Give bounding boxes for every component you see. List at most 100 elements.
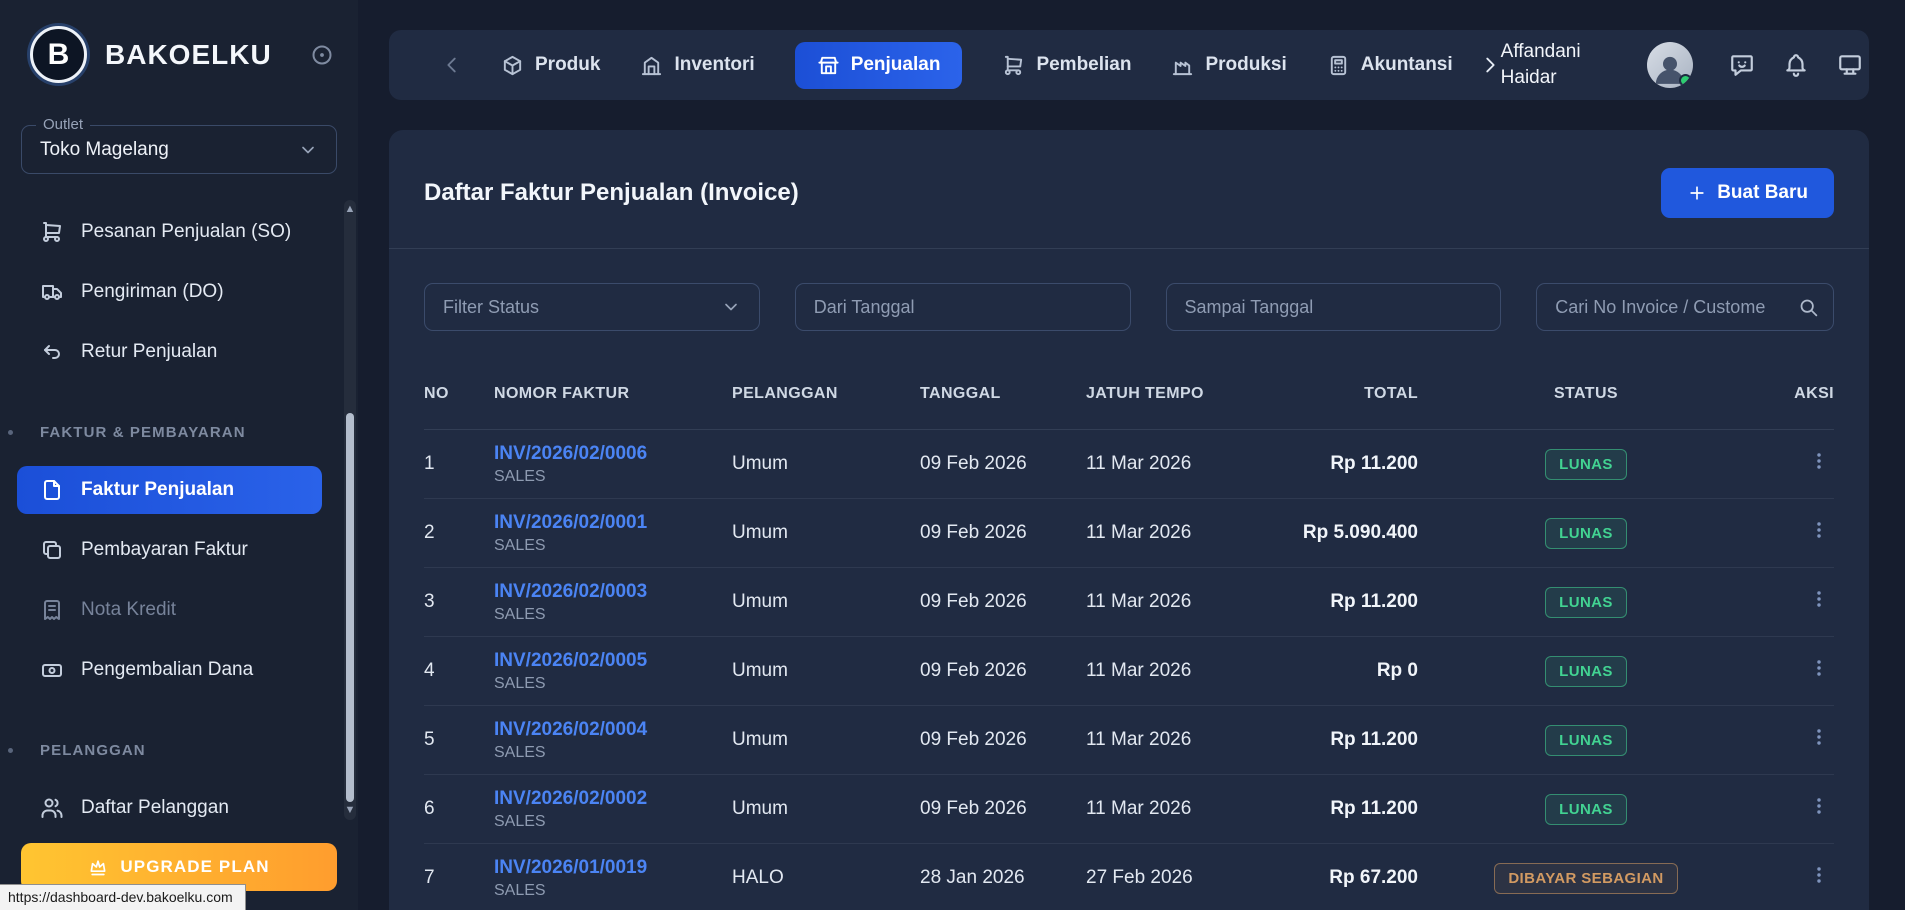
tab-label: Penjualan xyxy=(851,54,941,76)
top-navbar: Produk Inventori Penjualan Pembelian Pro… xyxy=(389,30,1869,100)
search-icon[interactable] xyxy=(1798,297,1819,318)
tab-penjualan[interactable]: Penjualan xyxy=(795,42,963,89)
status-cell: DIBAYAR SEBAGIAN xyxy=(1418,863,1754,894)
display-monitor-icon[interactable] xyxy=(1837,52,1863,78)
status-cell: LUNAS xyxy=(1418,794,1754,825)
row-actions-menu-icon[interactable] xyxy=(1808,588,1834,610)
total-cell: Rp 67.200 xyxy=(1272,867,1418,889)
invoice-cell: INV/2026/02/0003 SALES xyxy=(494,581,732,624)
invoice-link[interactable]: INV/2026/02/0002 xyxy=(494,788,732,810)
package-icon xyxy=(501,54,524,77)
invoice-cell: INV/2026/02/0004 SALES xyxy=(494,719,732,762)
status-badge: LUNAS xyxy=(1545,587,1627,618)
customer-cell: Umum xyxy=(732,660,920,682)
row-actions-menu-icon[interactable] xyxy=(1808,450,1834,472)
invoice-cell: INV/2026/02/0001 SALES xyxy=(494,512,732,555)
invoice-link[interactable]: INV/2026/01/0019 xyxy=(494,857,732,879)
total-cell: Rp 5.090.400 xyxy=(1272,522,1418,544)
actions-cell xyxy=(1754,588,1834,616)
user-name: Affandani Haidar xyxy=(1501,39,1613,90)
chevron-down-icon xyxy=(721,297,741,317)
column-header-nomor-faktur: NOMOR FAKTUR xyxy=(494,385,732,403)
user-avatar[interactable] xyxy=(1647,42,1693,88)
messages-icon[interactable] xyxy=(1729,52,1755,78)
total-cell: Rp 0 xyxy=(1272,660,1418,682)
actions-cell xyxy=(1754,864,1834,892)
customer-cell: Umum xyxy=(732,522,920,544)
scroll-up-arrow-icon[interactable]: ▲ xyxy=(344,204,356,215)
sampai-tanggal-input[interactable] xyxy=(1166,283,1502,331)
outlet-value: Toko Magelang xyxy=(40,139,169,161)
column-header-pelanggan: PELANGGAN xyxy=(732,385,920,403)
invoice-panel: Daftar Faktur Penjualan (Invoice) Buat B… xyxy=(389,130,1869,910)
row-actions-menu-icon[interactable] xyxy=(1808,657,1834,679)
sidebar-scrollbar-thumb[interactable] xyxy=(346,413,354,802)
sidebar-scrollbar[interactable]: ▲ ▼ xyxy=(344,200,356,820)
due-date-cell: 11 Mar 2026 xyxy=(1086,729,1272,751)
invoice-link[interactable]: INV/2026/02/0003 xyxy=(494,581,732,603)
tab-akuntansi[interactable]: Akuntansi xyxy=(1327,54,1453,77)
sidebar-item-nota-kredit[interactable]: Nota Kredit xyxy=(17,586,322,634)
sidebar-item-daftar-pelanggan[interactable]: Daftar Pelanggan xyxy=(17,784,322,832)
row-number: 6 xyxy=(424,798,494,820)
notifications-bell-icon[interactable] xyxy=(1783,52,1809,78)
row-number: 7 xyxy=(424,867,494,889)
search-invoice-input[interactable] xyxy=(1536,283,1834,331)
row-actions-menu-icon[interactable] xyxy=(1808,726,1834,748)
tab-produk[interactable]: Produk xyxy=(501,54,600,77)
due-date-cell: 11 Mar 2026 xyxy=(1086,660,1272,682)
scroll-down-arrow-icon[interactable]: ▼ xyxy=(344,805,356,816)
filter-status-select[interactable]: Filter Status xyxy=(424,283,760,331)
sidebar-item-label: Retur Penjualan xyxy=(81,341,217,363)
due-date-cell: 11 Mar 2026 xyxy=(1086,798,1272,820)
nav-scroll-right-icon[interactable] xyxy=(1479,54,1501,76)
invoice-doc-type: SALES xyxy=(494,744,732,762)
dari-tanggal-input[interactable] xyxy=(795,283,1131,331)
tab-produksi[interactable]: Produksi xyxy=(1171,54,1286,77)
invoice-link[interactable]: INV/2026/02/0005 xyxy=(494,650,732,672)
online-status-dot xyxy=(1679,74,1692,87)
row-actions-menu-icon[interactable] xyxy=(1808,519,1834,541)
status-badge: LUNAS xyxy=(1545,725,1627,756)
status-badge: LUNAS xyxy=(1545,449,1627,480)
date-cell: 09 Feb 2026 xyxy=(920,453,1086,475)
sidebar-item-pesanan-penjualan[interactable]: Pesanan Penjualan (SO) xyxy=(17,208,322,256)
outlet-selector[interactable]: Outlet Toko Magelang xyxy=(21,125,337,174)
sidebar-item-faktur-penjualan[interactable]: Faktur Penjualan xyxy=(17,466,322,514)
buat-baru-button[interactable]: Buat Baru xyxy=(1661,168,1834,218)
tab-pembelian[interactable]: Pembelian xyxy=(1002,54,1131,77)
sidebar-item-retur-penjualan[interactable]: Retur Penjualan xyxy=(17,328,322,376)
invoice-link[interactable]: INV/2026/02/0006 xyxy=(494,443,732,465)
table-row: 5 INV/2026/02/0004 SALES Umum 09 Feb 202… xyxy=(424,706,1834,775)
invoice-doc-type: SALES xyxy=(494,537,732,555)
column-header-total: TOTAL xyxy=(1272,385,1418,403)
invoice-doc-type: SALES xyxy=(494,675,732,693)
sidebar-item-pengiriman[interactable]: Pengiriman (DO) xyxy=(17,268,322,316)
sidebar-item-pengembalian-dana[interactable]: Pengembalian Dana xyxy=(17,646,322,694)
chevron-down-icon xyxy=(298,140,318,160)
tab-inventori[interactable]: Inventori xyxy=(640,54,754,77)
outlet-label: Outlet xyxy=(36,116,90,133)
invoice-link[interactable]: INV/2026/02/0001 xyxy=(494,512,732,534)
main-area: Produk Inventori Penjualan Pembelian Pro… xyxy=(358,0,1905,910)
total-cell: Rp 11.200 xyxy=(1272,453,1418,475)
return-arrow-icon xyxy=(40,340,64,364)
sidebar-item-pembayaran-faktur[interactable]: Pembayaran Faktur xyxy=(17,526,322,574)
row-number: 5 xyxy=(424,729,494,751)
due-date-cell: 11 Mar 2026 xyxy=(1086,453,1272,475)
table-row: 1 INV/2026/02/0006 SALES Umum 09 Feb 202… xyxy=(424,430,1834,499)
row-actions-menu-icon[interactable] xyxy=(1808,795,1834,817)
customer-cell: Umum xyxy=(732,453,920,475)
date-cell: 09 Feb 2026 xyxy=(920,798,1086,820)
sidebar-collapse-icon[interactable] xyxy=(310,43,334,67)
factory-icon xyxy=(1171,54,1194,77)
column-header-jatuh-tempo: JATUH TEMPO xyxy=(1086,385,1272,403)
row-actions-menu-icon[interactable] xyxy=(1808,864,1834,886)
nav-scroll-left-icon[interactable] xyxy=(441,54,463,76)
customer-cell: Umum xyxy=(732,798,920,820)
date-cell: 09 Feb 2026 xyxy=(920,729,1086,751)
actions-cell xyxy=(1754,450,1834,478)
date-cell: 09 Feb 2026 xyxy=(920,522,1086,544)
plus-icon xyxy=(1687,183,1707,203)
invoice-link[interactable]: INV/2026/02/0004 xyxy=(494,719,732,741)
